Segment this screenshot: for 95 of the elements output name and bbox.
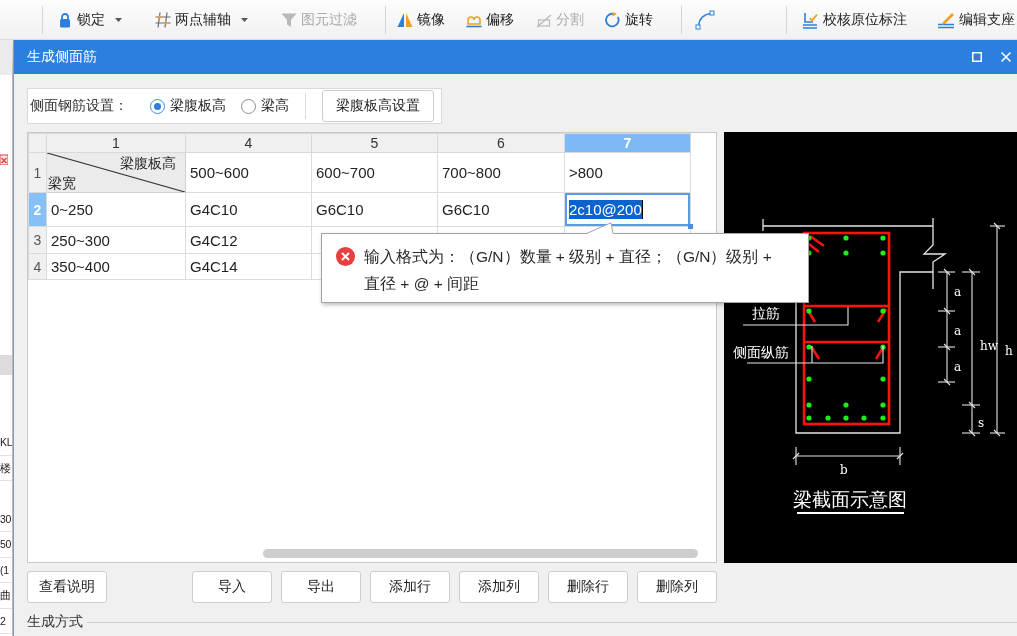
dimension-label: a [954, 285, 962, 299]
delete-column-button[interactable]: 删除列 [637, 571, 717, 603]
dimension-label: s [978, 416, 985, 430]
maximize-icon [972, 52, 982, 62]
table-cell: G4C14 [185, 253, 312, 280]
radio-button[interactable] [241, 98, 256, 114]
rebar-dot [806, 402, 812, 408]
table-cell: 500~600 [185, 152, 312, 193]
panel-header-bar [0, 355, 12, 375]
row-header[interactable]: 4 [28, 253, 47, 280]
toolbar-button[interactable]: 两点辅轴 [155, 6, 248, 33]
section-title: 生成方式 [27, 613, 83, 631]
table-corner [28, 133, 47, 153]
table-cell: G6C10 [437, 192, 565, 227]
row-axis-label: 梁宽 [47, 174, 76, 192]
table-cell: G4C12 [185, 226, 312, 254]
column-header[interactable]: 4 [185, 133, 312, 153]
radio-option[interactable]: 梁腹板高 [150, 97, 226, 115]
row-header[interactable]: 3 [28, 226, 47, 254]
rebar-dot [843, 250, 849, 256]
rebar-dot [806, 308, 812, 314]
settings-label: 侧面钢筋设置： [30, 97, 128, 115]
rebar-dot [880, 415, 886, 421]
rebar-dot [880, 235, 886, 241]
column-axis-label: 梁腹板高 [120, 154, 177, 172]
rebar-dot [861, 415, 867, 421]
rebar-dot [880, 376, 886, 382]
rebar-dot [806, 376, 812, 382]
table-cell: 2 [0, 608, 12, 634]
table-cell: >800 [564, 152, 691, 193]
dimension-label: b [840, 463, 848, 477]
dimension-label: h [1005, 344, 1013, 358]
error-message: 输入格式为：（G/N）数量 + 级别 + 直径；（G/N）级别 + 直径 + @ + 间距 [364, 247, 773, 294]
table-cell: G6C10 [311, 192, 438, 227]
rebar-dot [880, 250, 886, 256]
table-cell: 600~700 [311, 152, 438, 193]
table-cell: 0~250 [46, 192, 186, 227]
grid-lines-icon [155, 11, 171, 28]
circular-arrow-icon [605, 11, 621, 28]
rebar-dot [806, 415, 812, 421]
add-column-button[interactable]: 添加列 [459, 571, 539, 603]
table-cell: 50 [0, 532, 12, 558]
pencil-icon [937, 10, 955, 29]
rebar-dot [806, 344, 812, 350]
rebar-dot [843, 235, 849, 241]
table-cell: G4C10 [185, 192, 312, 227]
window-title: 生成侧面筋 [27, 48, 98, 66]
export-button[interactable]: 导出 [281, 571, 361, 603]
radio-button[interactable] [150, 98, 165, 114]
toolbar-button[interactable]: 旋转 [605, 6, 653, 33]
table-cell: 350~400 [46, 253, 186, 280]
dimension-label: a [954, 324, 962, 338]
delete-row-button[interactable]: 删除行 [548, 571, 628, 603]
table-cell: (1 [0, 557, 12, 583]
error-icon [336, 247, 355, 266]
column-header[interactable]: 5 [311, 133, 438, 153]
row-header[interactable]: 1 [28, 152, 47, 193]
toolbar-button[interactable]: 编辑支座 [937, 6, 1015, 33]
side-bar-label: 侧面纵筋 [733, 344, 789, 360]
tie-bar-label: 拉筋 [752, 305, 780, 321]
rebar-dot [880, 344, 886, 350]
dimension-label: a [954, 360, 962, 374]
table-cell: 曲 [0, 583, 12, 609]
table-cell: 700~800 [437, 152, 565, 193]
checkmark-icon [801, 10, 819, 29]
toolbar-button[interactable]: 校核原位标注 [801, 6, 907, 33]
column-header[interactable]: 1 [46, 133, 186, 153]
diagram-title: 梁截面示意图 [793, 488, 907, 510]
rebar-dot [880, 308, 886, 314]
dimension-label: hw [980, 339, 998, 353]
settings-button[interactable]: 梁腹板高设置 [322, 90, 434, 122]
rebar-dot [843, 415, 849, 421]
close-icon [1001, 52, 1011, 62]
fill-handle[interactable] [688, 224, 693, 229]
toolbar-button[interactable]: 锁定 [57, 6, 122, 33]
table-cell: 30 [0, 506, 12, 532]
triangles-icon [397, 11, 413, 28]
import-button[interactable]: 导入 [192, 571, 272, 603]
table-cell: KL [0, 430, 12, 456]
add-row-button[interactable]: 添加行 [370, 571, 450, 603]
rebar-dot [843, 402, 849, 408]
toolbar-button[interactable]: 偏移 [466, 6, 515, 33]
filter-icon [281, 11, 297, 28]
scrollbar-thumb[interactable] [263, 549, 698, 558]
cross-icon [0, 153, 8, 165]
table-cell: 250~300 [46, 226, 186, 254]
table-cell: 楼 [0, 455, 12, 481]
radio-option[interactable]: 梁高 [241, 97, 289, 115]
rebar-dot [880, 402, 886, 408]
lock-icon [57, 11, 73, 28]
column-header[interactable]: 6 [437, 133, 565, 153]
toolbar-button[interactable]: 镜像 [397, 6, 445, 33]
rebar-dot [825, 415, 831, 421]
help-button[interactable]: 查看说明 [27, 571, 107, 603]
curve-icon [695, 9, 715, 30]
